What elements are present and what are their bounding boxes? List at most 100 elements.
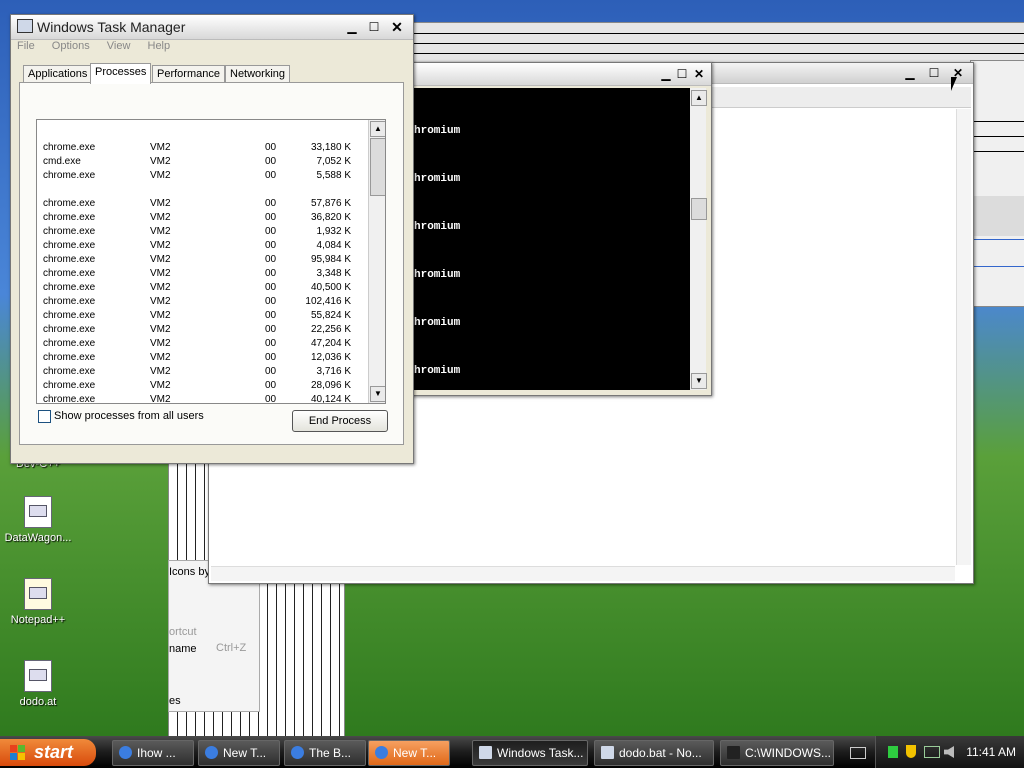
process-memory: 33,180 K bbox=[310, 142, 351, 153]
process-cpu: 00 bbox=[265, 310, 277, 321]
process-user: VM2 bbox=[150, 156, 171, 167]
taskbar-button[interactable]: New T... bbox=[368, 740, 450, 766]
process-user: VM2 bbox=[150, 296, 171, 307]
process-row[interactable]: chrome.exe VM2 00 36,820 K bbox=[37, 211, 367, 225]
process-cpu: 00 bbox=[265, 198, 277, 209]
process-row[interactable]: chrome.exe VM2 00 3,348 K bbox=[37, 267, 367, 281]
minimize-icon[interactable]: ▁ bbox=[343, 19, 361, 35]
desktop-icon-label: Notepad++ bbox=[10, 614, 66, 626]
background-window[interactable] bbox=[410, 22, 1024, 64]
process-row[interactable]: chrome.exe VM2 00 22,256 K bbox=[37, 323, 367, 337]
process-cpu: 00 bbox=[265, 324, 277, 335]
taskbar-button-label: dodo.bat - No... bbox=[619, 746, 702, 760]
browser-vertical-scrollbar[interactable] bbox=[956, 109, 971, 565]
batch-file-icon bbox=[24, 660, 52, 692]
menu-file[interactable]: File bbox=[17, 40, 35, 52]
taskbar-button[interactable]: Ihow ... bbox=[112, 740, 194, 766]
process-name: chrome.exe bbox=[43, 170, 96, 181]
process-row[interactable]: chrome.exe VM2 00 4,084 K bbox=[37, 239, 367, 253]
process-row[interactable]: chrome.exe VM2 00 47,204 K bbox=[37, 337, 367, 351]
close-icon[interactable]: ✕ bbox=[690, 66, 708, 82]
process-list-scrollbar[interactable]: ▲ ▼ bbox=[368, 120, 385, 403]
notepad-icon bbox=[601, 746, 614, 759]
taskbar-button[interactable]: C:\WINDOWS... bbox=[720, 740, 834, 766]
cmd-icon bbox=[727, 746, 740, 759]
shield-icon[interactable] bbox=[906, 745, 916, 758]
cmd-scrollbar[interactable]: ▲ ▼ bbox=[690, 88, 707, 390]
notepadpp-icon bbox=[24, 578, 52, 610]
network-icon[interactable] bbox=[924, 746, 940, 758]
process-row[interactable]: chrome.exe VM2 00 55,824 K bbox=[37, 309, 367, 323]
process-memory: 3,716 K bbox=[316, 366, 351, 377]
minimize-icon[interactable]: ▁ bbox=[901, 65, 919, 81]
scroll-down-icon[interactable]: ▼ bbox=[691, 373, 707, 389]
tab-processes[interactable]: Processes bbox=[90, 63, 152, 84]
clock[interactable]: 11:41 AM bbox=[966, 745, 1016, 759]
desktop-icon-dodo[interactable]: dodo.at bbox=[0, 660, 76, 708]
maximize-icon[interactable]: ☐ bbox=[365, 19, 383, 35]
process-name: chrome.exe bbox=[43, 254, 96, 265]
taskbar-button[interactable]: The B... bbox=[284, 740, 366, 766]
process-list[interactable]: ▲ ▼ chrome.exe VM2 00 33,180 K cmd.exe VM2 00 7… bbox=[36, 119, 386, 404]
taskbar-button[interactable]: dodo.bat - No... bbox=[594, 740, 714, 766]
maximize-icon[interactable]: ☐ bbox=[925, 65, 943, 81]
processes-panel: ▲ ▼ chrome.exe VM2 00 33,180 K cmd.exe VM2 00 7… bbox=[19, 82, 404, 445]
keyboard-icon[interactable] bbox=[850, 747, 866, 759]
process-row[interactable]: chrome.exe VM2 00 102,416 K bbox=[37, 295, 367, 309]
process-row[interactable]: chrome.exe VM2 00 28,096 K bbox=[37, 379, 367, 393]
task-manager-window[interactable]: Windows Task Manager ▁ ☐ ✕ File Options … bbox=[10, 14, 414, 464]
menu-help[interactable]: Help bbox=[148, 40, 171, 52]
console-line: hromium bbox=[414, 269, 461, 281]
process-cpu: 00 bbox=[265, 352, 277, 363]
process-row[interactable]: chrome.exe VM2 00 33,180 K bbox=[37, 141, 367, 155]
volume-icon[interactable] bbox=[944, 746, 954, 758]
process-user: VM2 bbox=[150, 324, 171, 335]
process-name: chrome.exe bbox=[43, 198, 96, 209]
console-line: hromium bbox=[414, 365, 461, 377]
process-row[interactable]: chrome.exe VM2 00 12,036 K bbox=[37, 351, 367, 365]
process-user: VM2 bbox=[150, 282, 171, 293]
process-cpu: 00 bbox=[265, 380, 277, 391]
menu-view[interactable]: View bbox=[107, 40, 131, 52]
process-row[interactable]: chrome.exe VM2 00 1,932 K bbox=[37, 225, 367, 239]
taskbar-button-label: C:\WINDOWS... bbox=[745, 746, 831, 760]
scroll-thumb[interactable] bbox=[691, 198, 707, 220]
maximize-icon[interactable]: ☐ bbox=[673, 66, 691, 82]
process-row[interactable]: chrome.exe VM2 00 5,588 K bbox=[37, 169, 367, 183]
process-name: cmd.exe bbox=[43, 156, 81, 167]
process-row[interactable]: chrome.exe VM2 00 57,876 K bbox=[37, 197, 367, 211]
process-name: chrome.exe bbox=[43, 212, 96, 223]
process-user: VM2 bbox=[150, 366, 171, 377]
close-icon[interactable]: ✕ bbox=[388, 19, 406, 35]
scroll-down-icon[interactable]: ▼ bbox=[370, 386, 385, 402]
taskbar-button[interactable]: Windows Task... bbox=[472, 740, 588, 766]
desktop-icon-datawagon[interactable]: DataWagon... bbox=[0, 496, 76, 544]
process-row[interactable]: chrome.exe VM2 00 40,124 K bbox=[37, 393, 367, 403]
tray-status-icon[interactable] bbox=[888, 746, 898, 758]
menu-options[interactable]: Options bbox=[52, 40, 90, 52]
process-cpu: 00 bbox=[265, 226, 277, 237]
process-row[interactable]: cmd.exe VM2 00 7,052 K bbox=[37, 155, 367, 169]
process-row[interactable]: chrome.exe VM2 00 95,984 K bbox=[37, 253, 367, 267]
browser-horizontal-scrollbar[interactable] bbox=[211, 566, 955, 581]
console-line: hromium bbox=[414, 317, 461, 329]
console-line: hromium bbox=[414, 125, 461, 137]
end-process-button[interactable]: End Process bbox=[292, 410, 388, 432]
start-label: start bbox=[34, 742, 74, 762]
process-cpu: 00 bbox=[265, 212, 277, 223]
scroll-thumb[interactable] bbox=[370, 138, 385, 196]
scroll-up-icon[interactable]: ▲ bbox=[691, 90, 707, 106]
taskbar-button[interactable]: New T... bbox=[198, 740, 280, 766]
start-button[interactable]: start bbox=[0, 739, 96, 766]
scroll-up-icon[interactable]: ▲ bbox=[370, 121, 385, 137]
background-window-right[interactable] bbox=[970, 60, 1024, 307]
show-all-users-checkbox[interactable] bbox=[38, 410, 51, 423]
cmd-console[interactable]: hromium hromium hromium hromium hromium … bbox=[414, 88, 690, 390]
process-memory: 47,204 K bbox=[310, 338, 351, 349]
process-row[interactable]: chrome.exe VM2 00 40,500 K bbox=[37, 281, 367, 295]
show-all-users-label[interactable]: Show processes from all users bbox=[54, 410, 204, 422]
process-row[interactable]: chrome.exe VM2 00 3,716 K bbox=[37, 365, 367, 379]
desktop-icon-notepadpp[interactable]: Notepad++ bbox=[0, 578, 76, 626]
process-name: chrome.exe bbox=[43, 380, 96, 391]
process-cpu: 00 bbox=[265, 170, 277, 181]
